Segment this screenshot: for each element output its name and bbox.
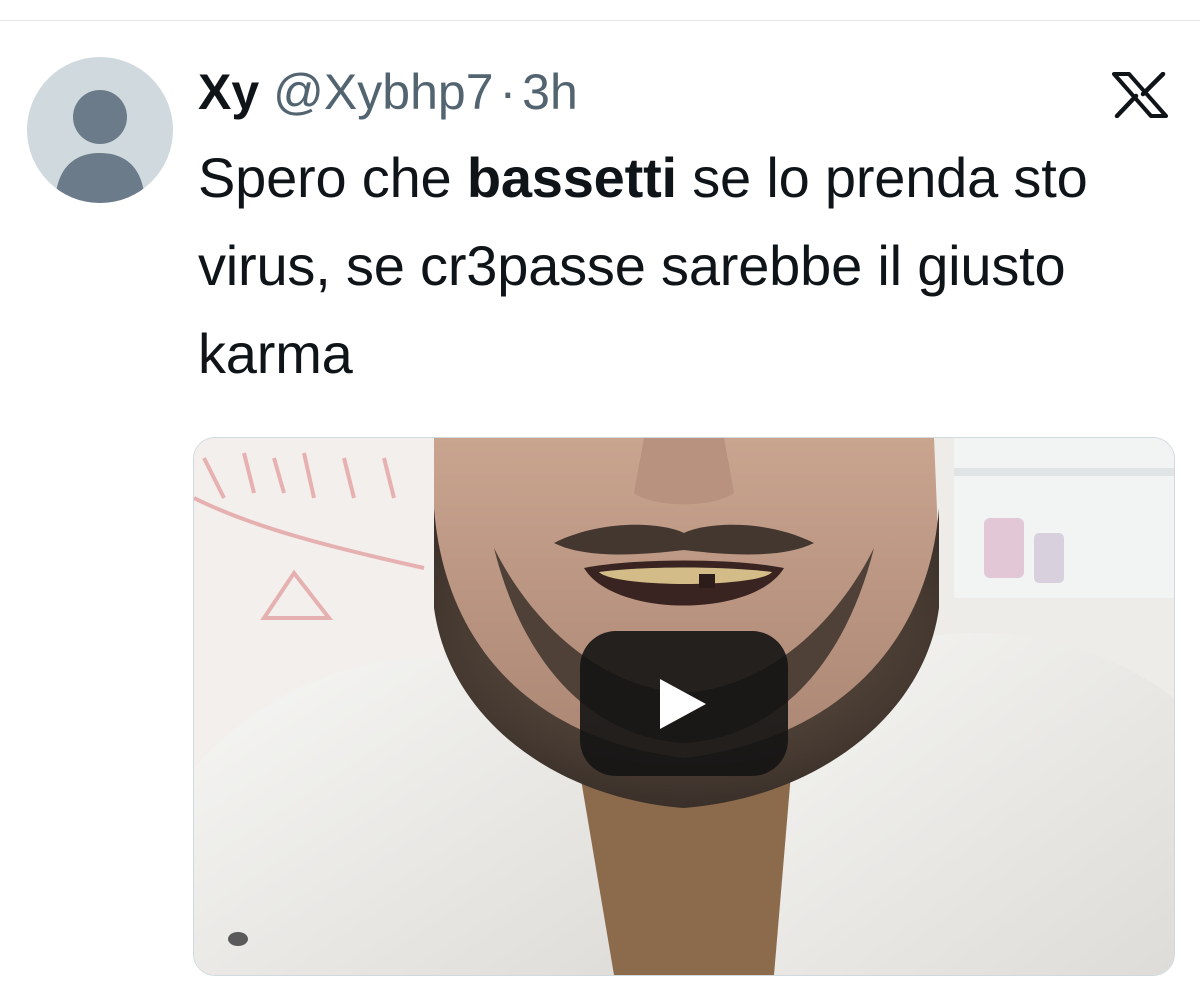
tweet-timestamp[interactable]: 3h: [522, 62, 578, 122]
tweet-text-part1: Spero che: [198, 146, 467, 209]
author-avatar[interactable]: [27, 57, 173, 203]
default-avatar-icon: [55, 90, 145, 203]
x-logo-icon[interactable]: [1112, 71, 1168, 119]
author-display-name[interactable]: Xy: [198, 62, 259, 122]
media-indicator: [228, 932, 248, 946]
play-icon: [660, 679, 706, 729]
top-divider: [0, 20, 1200, 21]
author-handle[interactable]: @Xybhp7: [273, 62, 493, 122]
play-button[interactable]: [580, 631, 788, 776]
header-separator: ·: [499, 64, 517, 120]
tweet-header: Xy @Xybhp7 · 3h: [198, 62, 578, 122]
tweet-video[interactable]: [193, 437, 1175, 976]
tweet-text-bold: bassetti: [466, 146, 677, 209]
tweet-text: Spero che bassetti se lo prenda sto viru…: [198, 134, 1178, 398]
